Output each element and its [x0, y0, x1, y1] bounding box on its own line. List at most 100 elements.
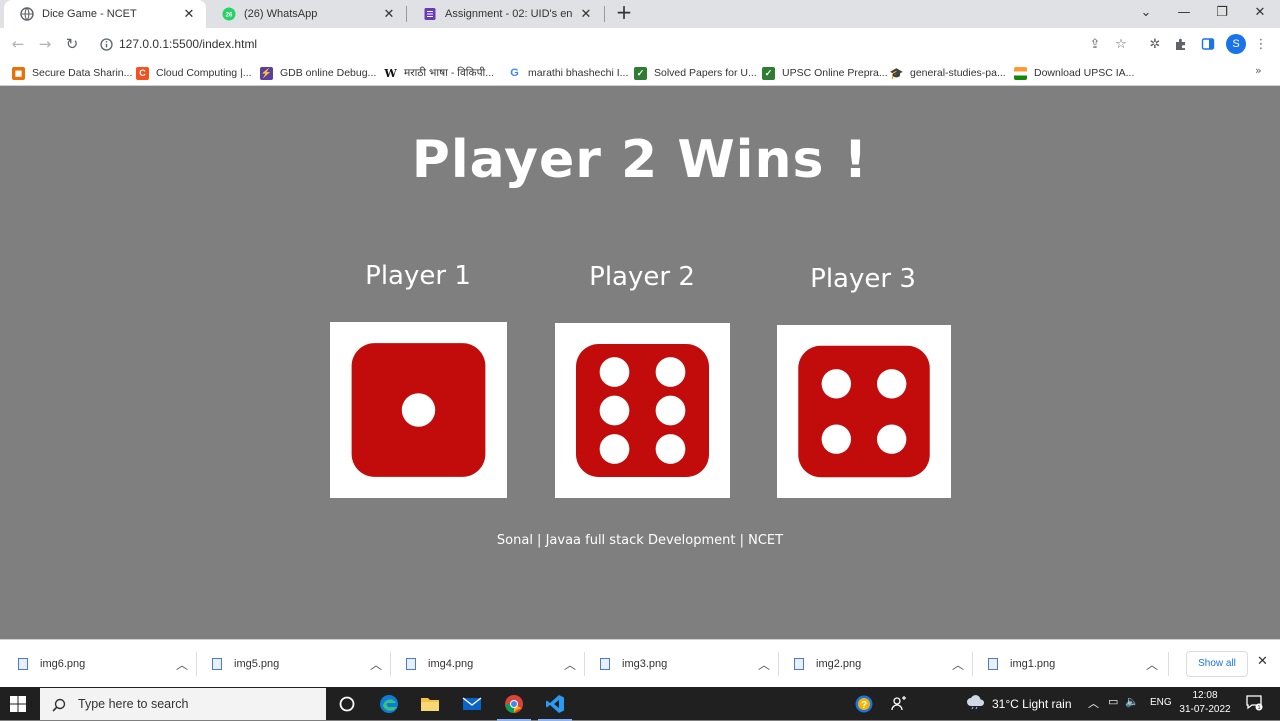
weather-widget[interactable]: 31°C Light rain — [966, 695, 1072, 712]
download-filename: img2.png — [816, 658, 862, 670]
chevron-up-icon[interactable]: ︿ — [758, 656, 770, 673]
bookmark-label: Cloud Computing |... — [156, 67, 252, 79]
download-divider — [1168, 652, 1169, 676]
die-body — [798, 345, 930, 478]
notification-center-icon[interactable]: 1 — [1245, 693, 1263, 714]
download-item[interactable]: img4.png ︿ — [406, 654, 576, 674]
forward-arrow-icon[interactable]: → — [35, 34, 55, 54]
bookmark-item[interactable]: W मराठी भाषा - विकिपी... — [384, 64, 494, 82]
bookmark-item[interactable]: ✓ UPSC Online Prepra... — [762, 64, 888, 82]
restore-button[interactable]: ❐ — [1211, 4, 1233, 22]
whatsapp-icon: 26 — [222, 7, 236, 21]
player-1-die — [330, 322, 507, 498]
kebab-menu-icon[interactable]: ⋮ — [1252, 35, 1270, 53]
die-face-icon — [351, 343, 486, 477]
new-tab-button[interactable]: + — [614, 2, 634, 23]
window-close-button[interactable]: ✕ — [1249, 4, 1271, 22]
bookmark-label: Secure Data Sharin... — [32, 67, 133, 79]
bookmark-item[interactable]: C Cloud Computing |... — [136, 64, 252, 82]
bug-extension-icon[interactable]: ✲ — [1146, 35, 1164, 53]
download-item[interactable]: img6.png ︿ — [18, 654, 188, 674]
tab-dice-game[interactable]: Dice Game - NCET ✕ — [4, 0, 206, 28]
volume-icon[interactable]: 🔈 — [1125, 695, 1139, 708]
chevron-up-icon[interactable]: ︿ — [564, 656, 576, 673]
image-file-icon — [406, 658, 416, 670]
reload-icon[interactable]: ↻ — [62, 34, 82, 54]
tab-whatsapp[interactable]: 26 (26) WhatsApp ✕ — [206, 0, 406, 28]
extensions-puzzle-icon[interactable] — [1172, 35, 1190, 53]
image-file-icon — [212, 658, 222, 670]
bookmark-label: marathi bhashechi I... — [528, 67, 629, 79]
bookmark-label: general-studies-pa... — [910, 67, 1006, 79]
search-placeholder: Type here to search — [78, 697, 189, 711]
edge-browser-icon[interactable] — [378, 693, 400, 715]
bookmark-label: मराठी भाषा - विकिपी... — [404, 67, 495, 79]
chevron-up-icon[interactable]: ︿ — [1146, 656, 1158, 673]
bookmark-item[interactable]: ⚡ GDB online Debug... — [260, 64, 376, 82]
language-indicator[interactable]: ENG — [1150, 697, 1172, 708]
help-icon[interactable]: ? — [853, 693, 875, 715]
close-shelf-icon[interactable]: ✕ — [1257, 654, 1268, 669]
bookmark-item[interactable]: ◼ Secure Data Sharin... — [12, 64, 132, 82]
battery-icon[interactable]: ▭ — [1108, 695, 1118, 708]
system-clock[interactable]: 12:08 31-07-2022 — [1175, 689, 1235, 717]
address-bar[interactable]: 127.0.0.1:5500/index.html — [90, 31, 1140, 57]
download-filename: img5.png — [234, 658, 280, 670]
bookmark-item[interactable]: G marathi bhashechi I... — [508, 64, 628, 82]
tab-title: Dice Game - NCET — [42, 8, 137, 20]
chevron-up-icon[interactable]: ︿ — [176, 656, 188, 673]
checkmark-favicon-icon: ✓ — [762, 66, 775, 80]
download-shelf: img6.png ︿ img5.png ︿ img4.png ︿ img3.pn… — [0, 639, 1280, 687]
globe-icon — [20, 7, 34, 21]
bookmark-star-icon[interactable]: ☆ — [1112, 35, 1130, 53]
mail-icon[interactable] — [461, 693, 483, 715]
more-bookmarks-icon[interactable]: » — [1255, 64, 1262, 77]
tab-divider — [604, 6, 605, 22]
image-file-icon — [18, 658, 28, 670]
minimize-button[interactable]: — — [1173, 4, 1195, 22]
profile-avatar[interactable]: S — [1226, 34, 1246, 54]
chrome-icon[interactable] — [497, 693, 531, 721]
download-filename: img4.png — [428, 658, 474, 670]
show-all-button[interactable]: Show all — [1186, 651, 1248, 677]
info-icon[interactable] — [98, 36, 114, 52]
die-pip — [655, 395, 686, 426]
player-1-label: Player 1 — [365, 261, 471, 291]
tab-title: (26) WhatsApp — [244, 8, 318, 20]
bookmark-item[interactable]: ✓ Solved Papers for U... — [634, 64, 757, 82]
image-file-icon — [988, 658, 998, 670]
die-pip — [821, 369, 852, 399]
graduation-cap-icon: 🎓 — [889, 66, 904, 80]
share-icon[interactable]: ⇪ — [1086, 35, 1104, 53]
windows-start-icon[interactable] — [10, 696, 26, 712]
people-search-icon[interactable] — [888, 693, 910, 715]
download-divider — [390, 652, 391, 676]
download-item[interactable]: img2.png ︿ — [794, 654, 964, 674]
download-item[interactable]: img1.png ︿ — [988, 654, 1158, 674]
die-pip — [599, 395, 630, 426]
tray-overflow-chevron-icon[interactable]: ︿ — [1088, 695, 1099, 711]
close-icon[interactable]: ✕ — [182, 7, 196, 21]
cortana-icon[interactable] — [336, 693, 358, 715]
forms-icon — [423, 7, 437, 21]
chevron-up-icon[interactable]: ︿ — [952, 656, 964, 673]
side-panel-icon[interactable] — [1199, 35, 1217, 53]
die-pip — [876, 369, 907, 399]
vscode-icon[interactable] — [538, 693, 572, 721]
close-icon[interactable]: ✕ — [382, 7, 396, 21]
bookmark-item[interactable]: 🎓 general-studies-pa... — [890, 64, 1006, 82]
file-explorer-icon[interactable] — [419, 693, 441, 715]
tab-strip: Dice Game - NCET ✕ 26 (26) WhatsApp ✕ As… — [0, 0, 1280, 28]
back-arrow-icon[interactable]: ← — [8, 34, 28, 54]
url-text: 127.0.0.1:5500/index.html — [119, 37, 258, 51]
download-item[interactable]: img5.png ︿ — [212, 654, 382, 674]
taskbar-search-input[interactable]: Type here to search — [40, 688, 326, 720]
chevron-up-icon[interactable]: ︿ — [370, 656, 382, 673]
winner-headline: Player 2 Wins ! — [411, 130, 869, 190]
bookmark-item[interactable]: Download UPSC IA... — [1014, 64, 1134, 82]
tab-search-chevron-icon[interactable]: ⌄ — [1135, 4, 1157, 22]
tab-assignment[interactable]: Assignment - 02: UID's ending w ✕ — [407, 0, 603, 28]
die-pip — [599, 357, 630, 387]
close-icon[interactable]: ✕ — [579, 7, 593, 21]
download-item[interactable]: img3.png ︿ — [600, 654, 770, 674]
